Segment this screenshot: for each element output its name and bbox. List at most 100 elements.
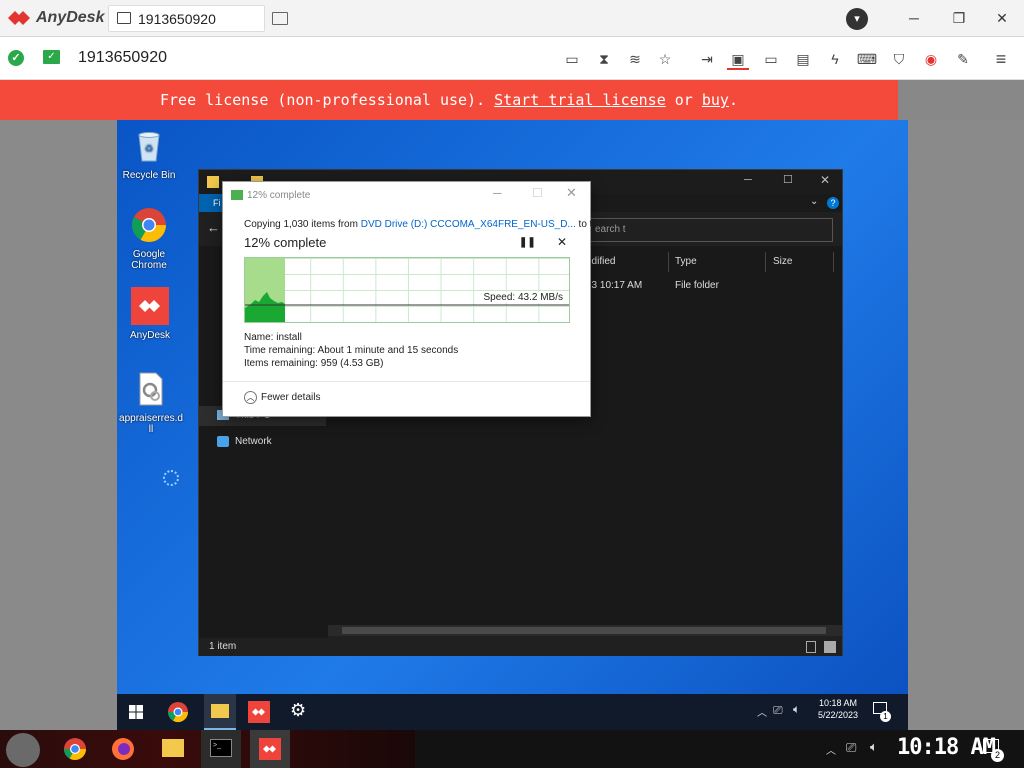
local-taskbar: >_ ︿ ⎚ 🔈︎ 10:18 AM 2 <box>0 730 1024 768</box>
desktop-icon-dll-file[interactable]: appraiserres.dll <box>118 370 183 435</box>
anydesk-taskbar-button[interactable] <box>250 730 290 768</box>
chevron-up-icon[interactable]: ︿ <box>757 704 767 719</box>
horizontal-scrollbar[interactable] <box>328 625 842 636</box>
close-icon[interactable]: ✕ <box>992 8 1012 28</box>
pause-button[interactable]: ❚❚ <box>519 237 536 248</box>
dll-file-icon <box>139 372 163 406</box>
whiteboard-icon[interactable]: ✎ <box>952 48 974 70</box>
privacy-icon[interactable]: ⛉ <box>888 48 910 70</box>
desktop-icon-anydesk[interactable]: AnyDesk <box>118 287 182 341</box>
banner-prefix: Free license (non-professional use). <box>160 91 495 109</box>
anydesk-titlebar: AnyDesk 1913650920 ▾ ─ ❐ ✕ <box>0 0 1024 37</box>
network-icon[interactable]: ⎚ <box>773 703 783 718</box>
large-icons-view-icon[interactable] <box>824 641 836 653</box>
chat-icon[interactable]: ▤ <box>792 48 814 70</box>
explorer-taskbar-button[interactable] <box>204 694 236 730</box>
status-item-count: 1 item <box>209 641 237 652</box>
row-type[interactable]: File folder <box>675 280 719 291</box>
hourglass-icon[interactable]: ⧗ <box>593 48 615 70</box>
items-remaining-line: Items remaining: 959 (4.53 GB) <box>244 358 384 369</box>
license-banner: Free license (non-professional use). Sta… <box>0 80 898 120</box>
record-icon[interactable]: ◉ <box>920 48 942 70</box>
details-view-icon[interactable] <box>806 641 816 653</box>
folder-icon <box>211 704 229 718</box>
windows-start-icon[interactable] <box>129 705 143 719</box>
transfer-icon[interactable]: ⇥ <box>696 48 718 70</box>
remote-monitor-icon: ✓ <box>43 50 60 64</box>
close-icon[interactable]: ✕ <box>566 185 577 201</box>
fewer-details-label: Fewer details <box>261 392 321 404</box>
chevron-down-icon[interactable]: ⌄ <box>810 196 818 207</box>
anydesk-brand: AnyDesk <box>36 9 105 26</box>
notification-count: 1 <box>880 711 891 722</box>
restore-icon[interactable]: ❐ <box>949 8 969 28</box>
help-icon[interactable]: ? <box>827 197 839 209</box>
account-menu-icon[interactable]: ▾ <box>846 8 868 30</box>
sidebar-item-network[interactable]: Network <box>199 432 326 452</box>
maximize-icon[interactable]: ☐ <box>783 173 793 186</box>
minimize-icon[interactable]: ─ <box>904 8 924 28</box>
source-link[interactable]: DVD Drive (D:) CCCOMA_X64FRE_EN-US_D... <box>361 219 576 230</box>
chevron-up-icon[interactable]: ︿ <box>826 742 836 757</box>
settings-gear-icon[interactable]: ⚙ <box>290 700 306 721</box>
throughput-area <box>245 292 569 322</box>
desktop-icon-chrome[interactable]: Google Chrome <box>117 206 181 271</box>
close-icon[interactable]: ✕ <box>820 173 830 187</box>
viewer-background <box>0 120 117 730</box>
star-icon[interactable]: ☆ <box>654 48 676 70</box>
anydesk-taskbar-icon[interactable] <box>248 701 270 723</box>
column-header-size[interactable]: Size <box>773 256 792 267</box>
monitor-switch-icon[interactable]: ▣ <box>727 48 749 70</box>
hamburger-menu-icon[interactable]: ≡ <box>990 48 1012 70</box>
remote-date: 5/22/2023 <box>817 710 859 720</box>
scrollbar-thumb[interactable] <box>342 627 826 634</box>
start-button[interactable] <box>6 733 40 767</box>
status-bar: 1 item <box>199 638 842 656</box>
remote-time: 10:18 AM <box>818 698 858 708</box>
row-modified[interactable]: 23 10:17 AM <box>586 280 642 291</box>
keyboard-icon[interactable]: ⌨ <box>856 48 878 70</box>
speed-graph: Speed: 43.2 MB/s <box>244 257 570 323</box>
minimize-icon[interactable]: ─ <box>493 186 502 200</box>
anydesk-logo-icon <box>8 11 30 25</box>
new-tab-icon[interactable] <box>272 12 288 25</box>
start-trial-link[interactable]: Start trial license <box>494 91 666 109</box>
desktop-icon-recycle-bin[interactable]: ♻ Recycle Bin <box>117 127 181 181</box>
banner-middle: or <box>665 91 702 109</box>
firefox-taskbar-icon[interactable] <box>111 737 135 761</box>
local-clock[interactable]: 10:18 AM <box>897 735 996 760</box>
folder-taskbar-icon[interactable] <box>162 739 184 757</box>
session-tab[interactable]: 1913650920 <box>108 5 265 32</box>
fewer-details-button[interactable]: ︿ Fewer details <box>244 391 320 404</box>
column-divider <box>833 252 834 272</box>
desktop-icon-label: appraiserres.dll <box>119 413 183 435</box>
terminal-taskbar-button[interactable]: >_ <box>201 730 241 768</box>
viewer-background <box>908 120 1024 730</box>
remote-clock[interactable]: 10:18 AM 5/22/2023 <box>817 698 859 720</box>
hidden-screen-icon[interactable]: ▭ <box>561 48 583 70</box>
buy-link[interactable]: buy <box>702 91 729 109</box>
column-divider <box>765 252 766 272</box>
chrome-taskbar-icon[interactable] <box>167 701 189 723</box>
database-icon[interactable]: ≋ <box>624 48 646 70</box>
search-input[interactable]: earch t <box>588 218 833 242</box>
recycle-bin-icon: ♻ <box>138 132 160 162</box>
name-line: Name: install <box>244 332 302 343</box>
remote-screen[interactable]: ♻ Recycle Bin Google Chrome AnyDesk appr… <box>117 120 908 730</box>
network-icon[interactable]: ⎚ <box>846 740 856 756</box>
actions-icon[interactable]: ϟ <box>824 48 846 70</box>
chrome-taskbar-icon[interactable] <box>63 737 87 761</box>
volume-icon[interactable]: 🔈︎ <box>793 702 800 717</box>
minimize-icon[interactable]: ─ <box>744 174 752 186</box>
cancel-button[interactable]: ✕ <box>557 235 567 249</box>
connected-check-icon: ✓ <box>8 50 24 66</box>
volume-icon[interactable]: 🔈︎ <box>870 739 878 755</box>
copy-icon <box>231 190 243 200</box>
address-field[interactable]: 1913650920 <box>78 49 167 67</box>
remote-taskbar: ⚙ ︿ ⎚ 🔈︎ 10:18 AM 5/22/2023 1 <box>117 694 908 730</box>
anydesk-toolbar: ✓ ✓ 1913650920 ▭ ⧗ ≋ ☆ ⇥ ▣ ▭ ▤ ϟ ⌨ ⛉ ◉ ✎… <box>0 37 1024 80</box>
svg-text:♻: ♻ <box>145 144 154 155</box>
back-arrow-icon[interactable]: ← <box>207 220 220 235</box>
display-icon[interactable]: ▭ <box>760 48 782 70</box>
column-header-type[interactable]: Type <box>675 256 697 267</box>
